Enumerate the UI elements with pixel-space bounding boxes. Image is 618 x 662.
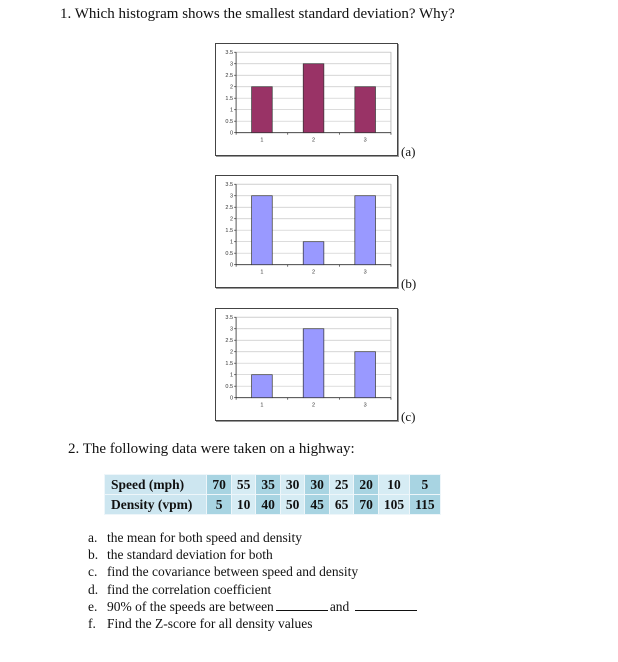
question-2-items: a. the mean for both speed and density b.… [88, 529, 419, 632]
y-tick-label: 2.5 [225, 338, 233, 344]
item-text: Find the Z-score for all density values [107, 616, 313, 632]
y-tick-label: 0 [230, 263, 233, 269]
table-cell: 40 [255, 494, 281, 515]
histogram-a-label: (a) [401, 144, 416, 159]
item-label: b. [88, 547, 99, 563]
table-cell: 35 [255, 474, 281, 495]
y-tick-label: 2.5 [225, 205, 233, 211]
table-row: Density (vpm) 5 10 40 50 45 65 70 105 115 [103, 494, 441, 515]
histogram-bar [251, 195, 273, 266]
item-b: b. the standard deviation for both [88, 546, 419, 563]
histogram-bar [354, 86, 376, 134]
x-tick-label: 2 [312, 270, 315, 276]
answer-blank-1[interactable] [275, 598, 328, 611]
histogram-c: 0 0.5 1 1.5 2 2.5 3 3.5 1 2 3 [215, 308, 398, 421]
item-text: find the covariance between speed and de… [107, 564, 359, 580]
item-label: e. [88, 598, 98, 614]
question-2: 2. The following data were taken on a hi… [68, 441, 355, 457]
table-cell: 70 [353, 494, 379, 515]
item-f: f. Find the Z-score for all density value… [88, 615, 419, 632]
y-tick-label: 0 [230, 131, 233, 137]
y-tick-label: 1.5 [225, 228, 233, 234]
x-tick-label: 3 [364, 138, 367, 144]
histogram-b-label: (b) [401, 276, 417, 291]
row-header: Speed (mph) [103, 474, 208, 495]
item-text-and: and [329, 598, 350, 614]
item-label: f. [88, 616, 96, 632]
y-tick-label: 2 [230, 85, 233, 91]
item-label: d. [88, 581, 99, 597]
item-text: 90% of the speeds are between [107, 598, 274, 614]
row-header: Density (vpm) [103, 494, 208, 515]
table-cell: 115 [409, 494, 441, 515]
x-tick-label: 2 [312, 403, 315, 409]
y-tick-label: 3 [230, 62, 233, 68]
histogram-c-label: (c) [401, 409, 416, 424]
item-c: c. find the covariance between speed and … [88, 563, 419, 580]
histogram-b: 0 0.5 1 1.5 2 2.5 3 3.5 1 2 3 [215, 175, 398, 288]
y-tick-label: 3.5 [225, 182, 233, 188]
table-cell: 70 [206, 474, 232, 495]
histogram-bar [302, 63, 325, 134]
histogram-bar [354, 195, 376, 266]
y-tick-label: 1 [230, 240, 233, 246]
y-tick-label: 3.5 [225, 50, 233, 56]
histogram-bar [251, 374, 273, 399]
table-cell: 30 [279, 474, 306, 495]
histogram-bar [251, 86, 273, 134]
highway-data-table: Speed (mph) 70 55 35 30 30 25 20 10 5 Density (vpm… [103, 474, 441, 515]
y-tick-label: 0.5 [225, 251, 233, 257]
y-tick-label: 3 [230, 327, 233, 333]
y-tick-label: 2.5 [225, 73, 233, 79]
table-cell: 10 [377, 474, 411, 495]
item-text: the standard deviation for both [107, 547, 273, 563]
item-label: c. [88, 564, 98, 580]
item-d: d. find the correlation coefficient [88, 581, 419, 598]
y-tick-label: 1.5 [225, 96, 233, 102]
x-tick-label: 1 [260, 270, 263, 276]
x-tick-label: 3 [364, 270, 367, 276]
question-1: 1. Which histogram shows the smallest st… [60, 6, 455, 22]
table-cell: 45 [304, 494, 330, 515]
y-tick-label: 1 [230, 108, 233, 114]
y-tick-label: 3 [230, 194, 233, 200]
table-cell: 105 [377, 494, 411, 515]
table-cell: 55 [230, 474, 257, 495]
histogram-bar [354, 351, 376, 399]
histogram-bar [302, 241, 325, 266]
item-e: e. 90% of the speeds are between and [88, 598, 419, 615]
y-tick-label: 2 [230, 350, 233, 356]
table-cell: 5 [409, 474, 441, 495]
histogram-plot: 0 0.5 1 1.5 2 2.5 3 3.5 1 2 3 [225, 50, 392, 144]
y-tick-label: 3.5 [225, 315, 233, 321]
answer-blank-2[interactable] [354, 598, 417, 611]
histogram-plot: 0 0.5 1 1.5 2 2.5 3 3.5 1 2 3 [225, 315, 392, 409]
table-cell: 30 [304, 474, 330, 495]
y-tick-label: 2 [230, 217, 233, 223]
table-cell: 20 [353, 474, 379, 495]
table-cell: 65 [328, 494, 355, 515]
y-tick-label: 1.5 [225, 361, 233, 367]
x-tick-label: 1 [260, 403, 263, 409]
histogram-bar [302, 328, 325, 399]
y-tick-label: 1 [230, 373, 233, 379]
y-tick-label: 0.5 [225, 119, 233, 125]
x-tick-label: 3 [364, 403, 367, 409]
table-cell: 50 [279, 494, 306, 515]
item-text: the mean for both speed and density [107, 530, 302, 545]
item-label: a. [88, 530, 98, 545]
item-a: a. the mean for both speed and density [88, 529, 419, 546]
table-cell: 10 [230, 494, 257, 515]
histogram-plot: 0 0.5 1 1.5 2 2.5 3 3.5 1 2 3 [225, 182, 392, 276]
table-cell: 5 [206, 494, 232, 515]
y-tick-label: 0 [230, 396, 233, 402]
item-text: find the correlation coefficient [107, 581, 272, 597]
y-tick-label: 0.5 [225, 384, 233, 390]
x-tick-label: 1 [260, 138, 263, 144]
table-row: Speed (mph) 70 55 35 30 30 25 20 10 5 [103, 474, 441, 495]
table-cell: 25 [328, 474, 355, 495]
x-tick-label: 2 [312, 138, 315, 144]
histogram-a: 0 0.5 1 1.5 2 2.5 3 3.5 1 2 3 [215, 43, 398, 156]
